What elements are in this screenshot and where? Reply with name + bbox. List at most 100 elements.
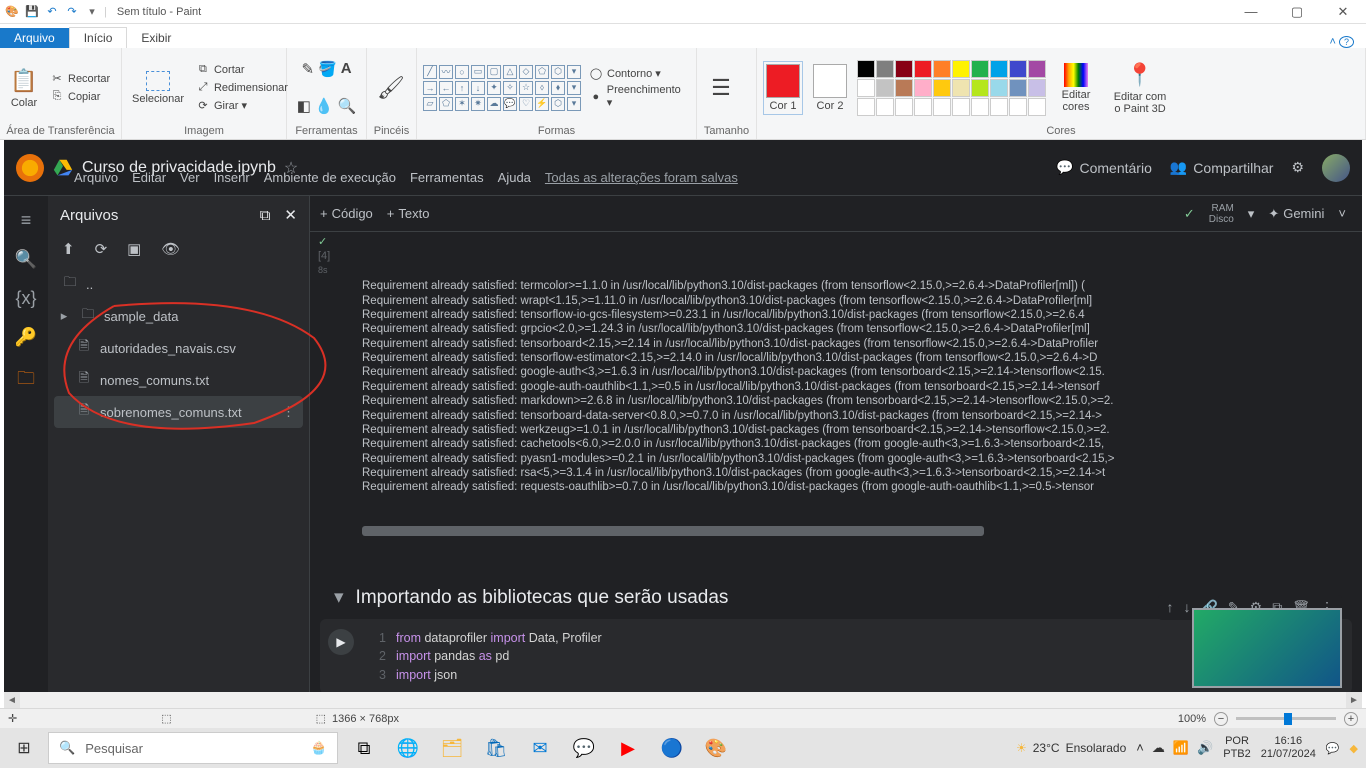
qat-dropdown-icon[interactable]: ▾ — [84, 4, 100, 20]
paint-canvas[interactable]: Curso de privacidade.ipynb ☆ 💬Comentário… — [4, 140, 1362, 692]
file-row[interactable]: 🗎sobrenomes_comuns.txt⋮ — [54, 396, 303, 428]
paint3d-button[interactable]: 📍 Editar com o Paint 3D — [1106, 59, 1174, 117]
zoom-out-button[interactable]: − — [1214, 712, 1228, 726]
weather-widget[interactable]: ☀ 23°C Ensolarado — [1016, 741, 1126, 755]
palette-color[interactable] — [1028, 79, 1046, 97]
notifications-icon[interactable]: 💬 — [1326, 742, 1340, 755]
tab-view[interactable]: Exibir — [127, 28, 185, 48]
explorer-icon[interactable]: 🗂 — [432, 728, 472, 768]
start-button[interactable]: ⊞ — [0, 728, 48, 768]
gemini-button[interactable]: ✦ Gemini — [1268, 206, 1324, 222]
resource-dropdown-icon[interactable]: ▾ — [1248, 206, 1255, 222]
paint-task-icon[interactable]: 🎨 — [696, 728, 736, 768]
secrets-icon[interactable]: 🔑 — [15, 327, 37, 348]
minimize-button[interactable]: — — [1228, 0, 1274, 24]
scroll-left-icon[interactable]: ◄ — [4, 692, 20, 708]
colab-menu-item[interactable]: Ambiente de execução — [264, 170, 396, 185]
onedrive-icon[interactable]: ☁ — [1152, 740, 1165, 756]
paste-button[interactable]: 📋 Colar — [6, 65, 42, 111]
colab-menu-item[interactable]: Ver — [180, 170, 200, 185]
pencil-tool-icon[interactable]: ✎ — [301, 60, 314, 78]
eraser-tool-icon[interactable]: ◧ — [297, 97, 311, 115]
ribbon-collapse-icon[interactable]: ˄ ? — [1330, 36, 1366, 48]
text-tool-icon[interactable]: A — [341, 60, 352, 77]
colab-menu-item[interactable]: Inserir — [214, 170, 250, 185]
file-row[interactable]: 🗎autoridades_navais.csv — [54, 332, 303, 364]
picker-tool-icon[interactable]: 💧 — [315, 97, 334, 115]
palette-color[interactable] — [933, 60, 951, 78]
palette-empty[interactable] — [933, 98, 951, 116]
fill-tool-icon[interactable]: 🪣 — [318, 60, 337, 78]
palette-color[interactable] — [914, 79, 932, 97]
palette-color[interactable] — [990, 60, 1008, 78]
chrome-icon[interactable]: 🔵 — [652, 728, 692, 768]
palette-color[interactable] — [990, 79, 1008, 97]
palette-empty[interactable] — [1009, 98, 1027, 116]
avatar[interactable] — [1322, 154, 1350, 182]
resource-meter[interactable]: RAMDisco — [1209, 203, 1234, 225]
upload-icon[interactable]: ⬆ — [62, 240, 75, 258]
palette-color[interactable] — [895, 79, 913, 97]
save-status[interactable]: Todas as alterações foram salvas — [545, 170, 738, 185]
add-code-button[interactable]: + Código — [320, 206, 373, 221]
palette-empty[interactable] — [857, 98, 875, 116]
palette-empty[interactable] — [914, 98, 932, 116]
tray-clock[interactable]: 16:1621/07/2024 — [1261, 735, 1316, 761]
undo-icon[interactable]: ↶ — [44, 4, 60, 20]
whatsapp-icon[interactable]: 💬 — [564, 728, 604, 768]
palette-color[interactable] — [1009, 60, 1027, 78]
palette-empty[interactable] — [990, 98, 1008, 116]
search-rail-icon[interactable]: 🔍 — [15, 249, 37, 270]
rotate-button[interactable]: ⟳Girar ▾ — [194, 98, 290, 114]
select-button[interactable]: Selecionar — [128, 69, 188, 107]
palette-color[interactable] — [876, 60, 894, 78]
save-icon[interactable]: 💾 — [24, 4, 40, 20]
colab-menu-item[interactable]: Ferramentas — [410, 170, 484, 185]
popout-icon[interactable]: ⧉ — [260, 207, 271, 224]
tab-home[interactable]: Início — [69, 27, 128, 48]
palette-color[interactable] — [971, 79, 989, 97]
zoom-in-button[interactable]: + — [1344, 712, 1358, 726]
color-palette[interactable] — [857, 60, 1046, 116]
palette-color[interactable] — [933, 79, 951, 97]
shapes-gallery[interactable]: ╱〰○▭▢△◇⬠⬡▾ →←↑↓✦✧☆⬨⬧▾ ▱⬠✶✷☁💬♡⚡⬡▾ — [423, 65, 581, 111]
edit-colors-button[interactable]: Editar cores — [1052, 61, 1100, 115]
video-thumbnail[interactable] — [1192, 608, 1342, 688]
tray-chevron-icon[interactable]: ˄ — [1136, 740, 1144, 756]
palette-color[interactable] — [857, 60, 875, 78]
palette-color[interactable] — [857, 79, 875, 97]
file-row[interactable]: 🗎nomes_comuns.txt — [54, 364, 303, 396]
copy-button[interactable]: ⎘Copiar — [48, 89, 112, 105]
palette-color[interactable] — [1028, 60, 1046, 78]
redo-icon[interactable]: ↷ — [64, 4, 80, 20]
move-up-icon[interactable]: ↑ — [1166, 599, 1173, 616]
zoom-slider[interactable] — [1236, 717, 1336, 720]
variables-icon[interactable]: {x} — [15, 288, 36, 309]
add-text-button[interactable]: + Texto — [387, 206, 430, 221]
updir-row[interactable]: 🗀.. — [54, 268, 303, 300]
cut-button[interactable]: ✂Recortar — [48, 71, 112, 87]
toolbar-chevron-icon[interactable]: ˅ — [1338, 206, 1346, 221]
palette-color[interactable] — [876, 79, 894, 97]
mount-drive-icon[interactable]: ▣ — [127, 240, 141, 258]
settings-icon[interactable]: ⚙ — [1291, 159, 1304, 176]
resize-button[interactable]: ⤢Redimensionar — [194, 80, 290, 96]
youtube-icon[interactable]: ▶ — [608, 728, 648, 768]
refresh-icon[interactable]: ⟳ — [95, 240, 108, 258]
palette-color[interactable] — [952, 79, 970, 97]
color2-button[interactable]: Cor 2 — [809, 62, 851, 114]
toggle-hidden-icon[interactable]: 👁 — [161, 240, 180, 258]
outline-button[interactable]: ◯Contorno ▾ — [587, 65, 690, 81]
palette-empty[interactable] — [1028, 98, 1046, 116]
palette-color[interactable] — [971, 60, 989, 78]
task-view-icon[interactable]: ⧉ — [344, 728, 384, 768]
close-button[interactable]: ✕ — [1320, 0, 1366, 24]
move-down-icon[interactable]: ↓ — [1183, 599, 1190, 616]
colab-menu-item[interactable]: Editar — [132, 170, 166, 185]
wifi-icon[interactable]: 📶 — [1173, 740, 1189, 756]
colab-menu-item[interactable]: Ajuda — [498, 170, 531, 185]
comment-button[interactable]: 💬Comentário — [1056, 159, 1152, 176]
maximize-button[interactable]: ▢ — [1274, 0, 1320, 24]
tray-lang[interactable]: PORPTB2 — [1223, 735, 1251, 761]
edge-icon[interactable]: 🌐 — [388, 728, 428, 768]
